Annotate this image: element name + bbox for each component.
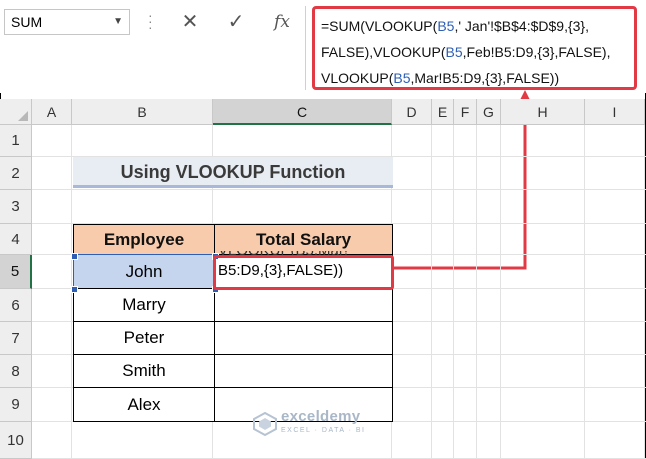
gridline xyxy=(584,125,585,459)
gridline xyxy=(453,125,454,459)
row-header-9[interactable]: 9 xyxy=(0,388,32,422)
exceldemy-logo-icon xyxy=(253,412,277,436)
column-header-a[interactable]: A xyxy=(32,99,72,125)
total-salary-cell[interactable] xyxy=(214,354,393,388)
column-header-e[interactable]: E xyxy=(432,99,454,125)
gridline xyxy=(644,125,645,459)
column-header-c[interactable]: C xyxy=(213,99,392,125)
reference-handle[interactable] xyxy=(71,286,78,293)
column-header-b[interactable]: B xyxy=(72,99,213,125)
column-header-h[interactable]: H xyxy=(501,99,585,125)
column-header-d[interactable]: D xyxy=(392,99,432,125)
gridline xyxy=(500,125,501,459)
row-header-2[interactable]: 2 xyxy=(0,157,32,190)
row-header-3[interactable]: 3 xyxy=(0,190,32,224)
watermark: exceldemy EXCEL · DATA · BI xyxy=(253,407,413,443)
total-salary-cell[interactable] xyxy=(214,288,393,322)
gridline xyxy=(32,189,646,190)
row-header-1[interactable]: 1 xyxy=(0,125,32,157)
row-header-5[interactable]: 5 xyxy=(0,255,32,289)
employee-cell[interactable]: Marry xyxy=(73,288,215,322)
select-all-corner[interactable] xyxy=(0,99,32,125)
employee-cell[interactable]: John xyxy=(73,254,215,289)
sheet-title: Using VLOOKUP Function xyxy=(73,157,393,188)
employee-cell[interactable]: Alex xyxy=(73,387,215,422)
employee-cell[interactable]: Smith xyxy=(73,354,215,388)
cell-highlight-box xyxy=(213,255,394,290)
watermark-name: exceldemy xyxy=(281,408,361,425)
column-header-g[interactable]: G xyxy=(477,99,501,125)
row-header-8[interactable]: 8 xyxy=(0,355,32,388)
header-employee[interactable]: Employee xyxy=(73,224,215,255)
gridline xyxy=(431,125,432,459)
row-header-10[interactable]: 10 xyxy=(0,422,32,459)
row-header-4[interactable]: 4 xyxy=(0,224,32,255)
row-header-7[interactable]: 7 xyxy=(0,322,32,355)
reference-handle[interactable] xyxy=(71,253,78,260)
column-header-f[interactable]: F xyxy=(454,99,477,125)
column-header-i[interactable]: I xyxy=(585,99,645,125)
total-salary-cell[interactable] xyxy=(214,321,393,355)
watermark-tagline: EXCEL · DATA · BI xyxy=(281,427,366,434)
gridline xyxy=(476,125,477,459)
employee-cell[interactable]: Peter xyxy=(73,321,215,355)
row-header-6[interactable]: 6 xyxy=(0,289,32,322)
